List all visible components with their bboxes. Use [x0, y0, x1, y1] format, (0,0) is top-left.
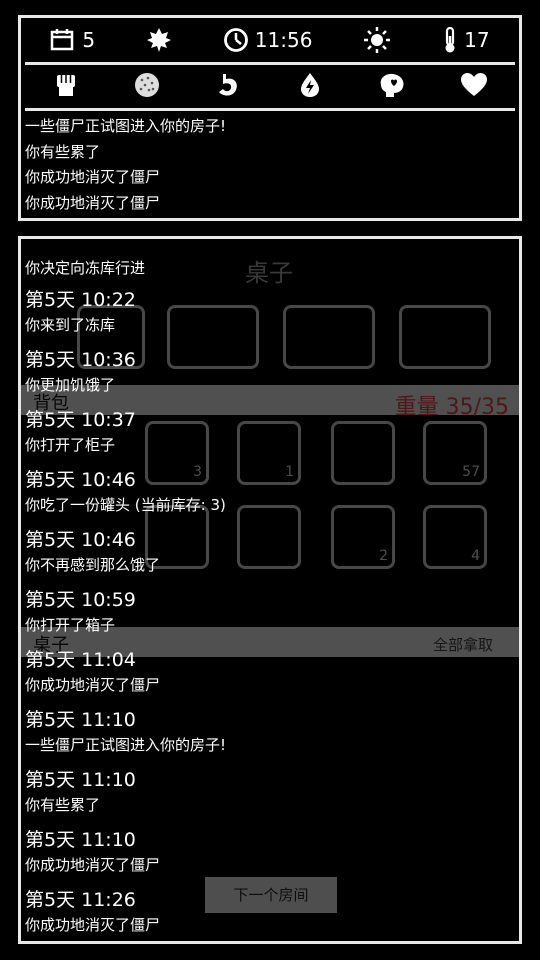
log-entry: 第5天 11:10 你有些累了	[25, 767, 515, 827]
log-text: 你有些累了	[25, 796, 101, 814]
log-time: 第5天 10:36	[25, 349, 136, 371]
log-time: 第5天 10:22	[25, 289, 136, 311]
log-time: 第5天 11:10	[25, 769, 136, 791]
status-panel: 5 11:56 17 一些僵尸正试图进入你的房子! 你有些累了 你成功地消灭了僵…	[18, 15, 522, 221]
log-time: 第5天 10:46	[25, 529, 136, 551]
heart-icon[interactable]	[460, 72, 488, 102]
log-text: 你成功地消灭了僵尸	[25, 856, 161, 874]
event-log-panel[interactable]: 桌子 背包 重量 35/35 3 1 57 2 4 桌子 全部拿取 下一个房间 …	[18, 236, 522, 944]
status-message: 你有些累了	[25, 142, 101, 161]
time-value: 11:56	[254, 28, 313, 52]
stomach-icon[interactable]	[214, 71, 242, 103]
day-counter: 5	[50, 28, 95, 52]
log-text: 你打开了柜子	[25, 436, 116, 454]
log-entry: 第5天 10:36 你更加饥饿了	[25, 347, 515, 407]
log-text: 你来到了冻库	[25, 316, 116, 334]
log-time: 第5天 11:10	[25, 709, 136, 731]
log-time: 第5天 11:10	[25, 829, 136, 851]
log-entry: 第5天 10:46 你吃了一份罐头 (当前库存: 3)	[25, 467, 515, 527]
log-time: 第5天 10:46	[25, 469, 136, 491]
status-message-list: 一些僵尸正试图进入你的房子! 你有些累了 你成功地消灭了僵尸 你成功地消灭了僵尸	[25, 114, 515, 216]
log-entry: 第5天 10:59 你打开了箱子	[25, 587, 515, 647]
calendar-icon	[50, 28, 76, 52]
status-message: 你成功地消灭了僵尸	[25, 193, 161, 212]
round-grain-icon[interactable]	[133, 71, 161, 103]
status-message: 一些僵尸正试图进入你的房子!	[25, 117, 227, 135]
status-message: 你成功地消灭了僵尸	[25, 168, 161, 186]
log-text: 你打开了箱子	[25, 616, 116, 634]
log-text: 你不再感到那么饿了	[25, 556, 161, 574]
sun-icon	[363, 26, 391, 54]
fist-icon[interactable]	[52, 71, 80, 103]
log-time: 第5天 10:37	[25, 409, 136, 431]
log-entry: 第5天 10:46 你不再感到那么饿了	[25, 527, 515, 587]
event-log-list: 你决定向冻库行进 第5天 10:22 你来到了冻库 第5天 10:36 你更加饥…	[25, 255, 515, 941]
weather-indicator	[363, 26, 391, 54]
log-time: 第5天 11:04	[25, 649, 136, 671]
season-indicator	[146, 27, 172, 53]
log-entry: 第5天 11:10 你成功地消灭了僵尸	[25, 827, 515, 887]
log-text: 你吃了一份罐头 (当前库存: 3)	[25, 496, 226, 514]
log-entry: 第5天 11:04 你成功地消灭了僵尸	[25, 647, 515, 707]
status-bar: 5 11:56 17	[25, 18, 515, 65]
clock-display: 11:56	[223, 27, 313, 53]
brain-heart-icon[interactable]	[377, 71, 407, 103]
log-text: 一些僵尸正试图进入你的房子!	[25, 736, 227, 754]
log-text: 你更加饥饿了	[25, 376, 116, 394]
log-time: 第5天 11:26	[25, 889, 136, 911]
log-entry: 第5天 10:37 你打开了柜子	[25, 407, 515, 467]
needs-bar	[25, 66, 515, 111]
log-time: 第5天 10:59	[25, 589, 136, 611]
day-value: 5	[82, 28, 96, 52]
log-text: 你成功地消灭了僵尸	[25, 916, 161, 934]
log-entry: 第5天 11:10 一些僵尸正试图进入你的房子!	[25, 707, 515, 767]
thermometer-icon	[442, 26, 458, 54]
log-intro: 你决定向冻库行进	[25, 259, 146, 277]
log-entry: 第5天 11:26 你成功地消灭了僵尸	[25, 887, 515, 941]
leaf-icon	[146, 27, 172, 53]
temperature-value: 17	[464, 28, 490, 52]
log-entry: 第5天 10:22 你来到了冻库	[25, 287, 515, 347]
clock-icon	[223, 27, 249, 53]
temperature-display: 17	[442, 26, 490, 54]
lightning-drop-icon[interactable]	[296, 71, 324, 103]
log-text: 你成功地消灭了僵尸	[25, 676, 161, 694]
